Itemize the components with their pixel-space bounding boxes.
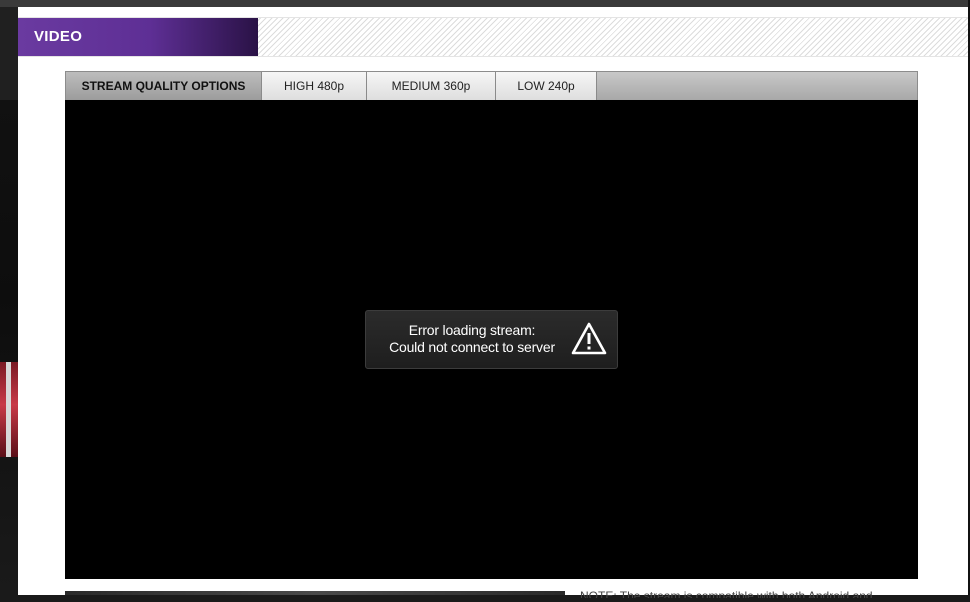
top-strip: [0, 0, 970, 7]
error-message: Error loading stream: Could not connect …: [372, 322, 572, 356]
error-line-2: Could not connect to server: [389, 339, 555, 355]
video-panel: VIDEO STREAM QUALITY OPTIONS HIGH 480p M…: [18, 7, 968, 598]
tab-medium-360p[interactable]: MEDIUM 360p: [367, 72, 496, 100]
quality-tab-bar: STREAM QUALITY OPTIONS HIGH 480p MEDIUM …: [65, 71, 918, 100]
section-header: VIDEO: [18, 17, 968, 57]
background-photo: [0, 100, 18, 595]
tab-low-240p[interactable]: LOW 240p: [496, 72, 597, 100]
stream-quality-label: STREAM QUALITY OPTIONS: [66, 72, 262, 100]
error-message-box: Error loading stream: Could not connect …: [365, 310, 618, 369]
error-line-1: Error loading stream:: [408, 322, 536, 338]
section-title: VIDEO: [18, 18, 258, 56]
tab-high-480p[interactable]: HIGH 480p: [262, 72, 367, 100]
compatibility-note: NOTE: The stream is compatible with both…: [580, 590, 873, 602]
video-player[interactable]: Error loading stream: Could not connect …: [65, 100, 918, 579]
warning-triangle-icon: [571, 322, 607, 355]
related-video-thumbnail[interactable]: [65, 591, 565, 595]
background-jersey-white-stripe: [6, 362, 11, 457]
